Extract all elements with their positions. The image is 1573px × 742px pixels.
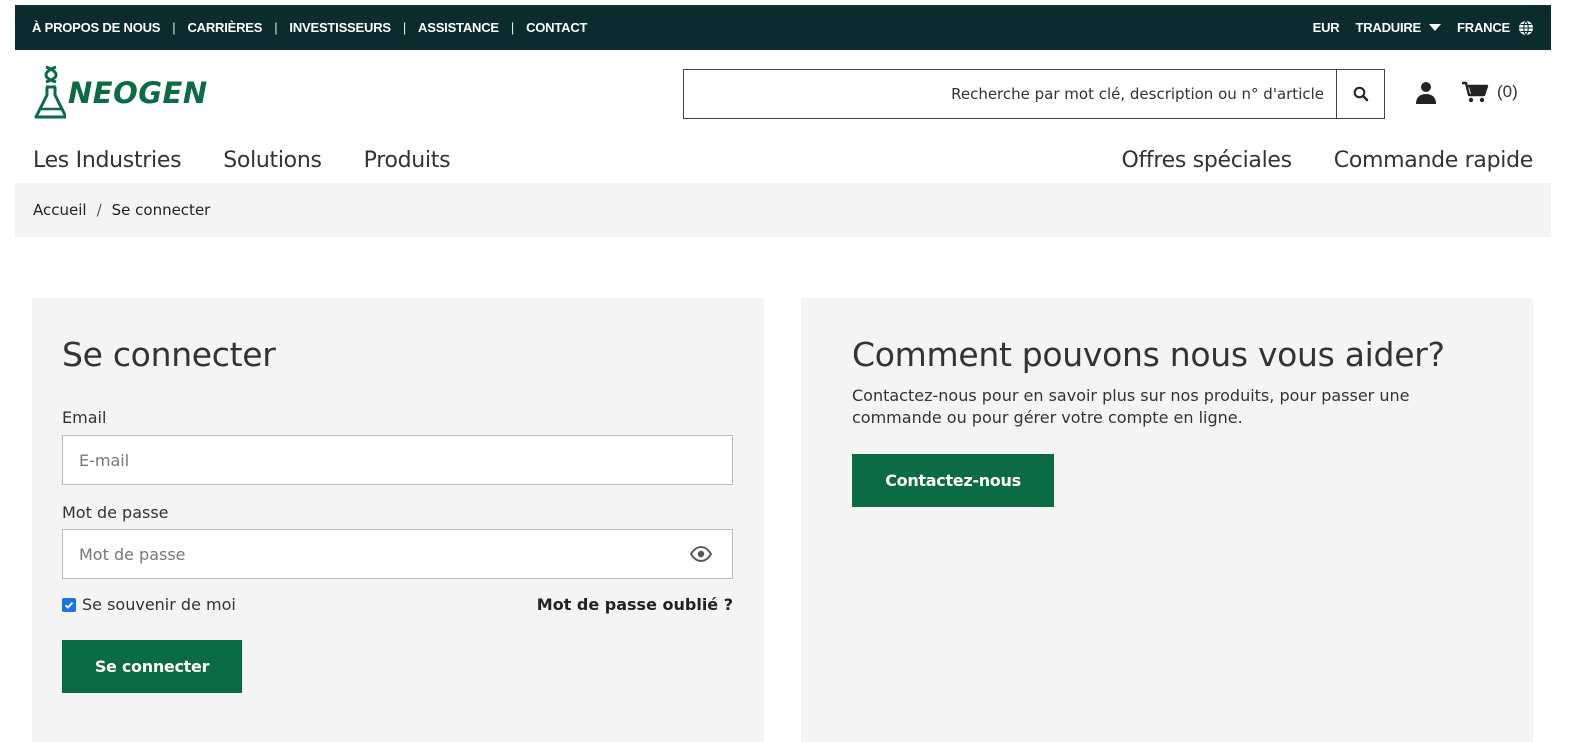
cart-button[interactable]: (0) [1461, 81, 1518, 103]
email-label: Email [62, 408, 107, 427]
link-careers[interactable]: CARRIÈRES [187, 20, 262, 35]
breadcrumb-home[interactable]: Accueil [33, 201, 87, 219]
nav-right: Offres spéciales Commande rapide [1121, 148, 1533, 173]
link-investors[interactable]: INVESTISSEURS [289, 20, 391, 35]
breadcrumb-current: Se connecter [111, 201, 211, 219]
site-header: NEOGEN (0) [15, 55, 1551, 135]
caret-down-icon [1429, 24, 1442, 31]
check-icon [64, 601, 74, 609]
divider: | [402, 20, 407, 35]
nav-quick-order[interactable]: Commande rapide [1334, 148, 1534, 173]
help-panel: Comment pouvons nous vous aider? Contact… [801, 298, 1533, 742]
remember-label: Se souvenir de moi [82, 595, 236, 614]
password-field-wrapper [62, 529, 733, 579]
search-bar [683, 69, 1385, 119]
utility-right: EUR TRADUIRE FRANCE [1313, 20, 1534, 36]
search-input[interactable] [684, 70, 1336, 118]
link-about[interactable]: À PROPOS DE NOUS [32, 20, 160, 35]
email-field[interactable] [63, 436, 732, 484]
country-selector[interactable]: FRANCE [1457, 20, 1534, 36]
login-title: Se connecter [62, 335, 276, 374]
logo-wordmark: NEOGEN [68, 76, 208, 110]
remember-me[interactable]: Se souvenir de moi [62, 595, 236, 614]
nav-special-offers[interactable]: Offres spéciales [1121, 148, 1292, 173]
help-text: Contactez-nous pour en savoir plus sur n… [852, 386, 1410, 427]
neogen-logo[interactable]: NEOGEN [32, 63, 208, 123]
utility-links: À PROPOS DE NOUS | CARRIÈRES | INVESTISS… [32, 20, 587, 35]
divider: | [510, 20, 515, 35]
currency-selector[interactable]: EUR [1313, 20, 1340, 35]
eye-icon[interactable] [690, 546, 712, 562]
forgot-password-link[interactable]: Mot de passe oublié ? [537, 595, 733, 614]
email-field-wrapper [62, 435, 733, 485]
contact-us-button[interactable]: Contactez-nous [852, 454, 1054, 507]
search-icon [1353, 86, 1368, 102]
cart-count: (0) [1497, 82, 1518, 101]
login-panel: Se connecter Email Mot de passe Se souve… [32, 298, 764, 742]
search-button[interactable] [1336, 70, 1384, 118]
login-button[interactable]: Se connecter [62, 640, 242, 693]
remember-checkbox[interactable] [62, 597, 76, 612]
link-support[interactable]: ASSISTANCE [418, 20, 499, 35]
password-field[interactable] [63, 530, 690, 578]
user-account-icon[interactable] [1415, 81, 1437, 105]
translate-label: TRADUIRE [1355, 20, 1422, 35]
password-label: Mot de passe [62, 503, 169, 522]
globe-icon [1519, 20, 1533, 35]
nav-products[interactable]: Produits [364, 148, 451, 173]
breadcrumb: Accueil / Se connecter [15, 183, 1551, 237]
divider: | [172, 20, 176, 35]
top-utility-bar: À PROPOS DE NOUS | CARRIÈRES | INVESTISS… [15, 5, 1551, 50]
nav-solutions[interactable]: Solutions [223, 148, 322, 173]
main-navigation: Les Industries Solutions Produits Offres… [15, 140, 1551, 180]
flask-dna-icon [34, 65, 66, 119]
country-label: FRANCE [1457, 20, 1510, 35]
translate-dropdown[interactable]: TRADUIRE [1355, 20, 1442, 35]
nav-industries[interactable]: Les Industries [33, 148, 182, 173]
breadcrumb-separator: / [96, 201, 102, 219]
help-title: Comment pouvons nous vous aider? [852, 335, 1445, 374]
shopping-cart-icon [1462, 81, 1489, 103]
divider: | [274, 20, 278, 35]
link-contact[interactable]: CONTACT [526, 20, 587, 35]
